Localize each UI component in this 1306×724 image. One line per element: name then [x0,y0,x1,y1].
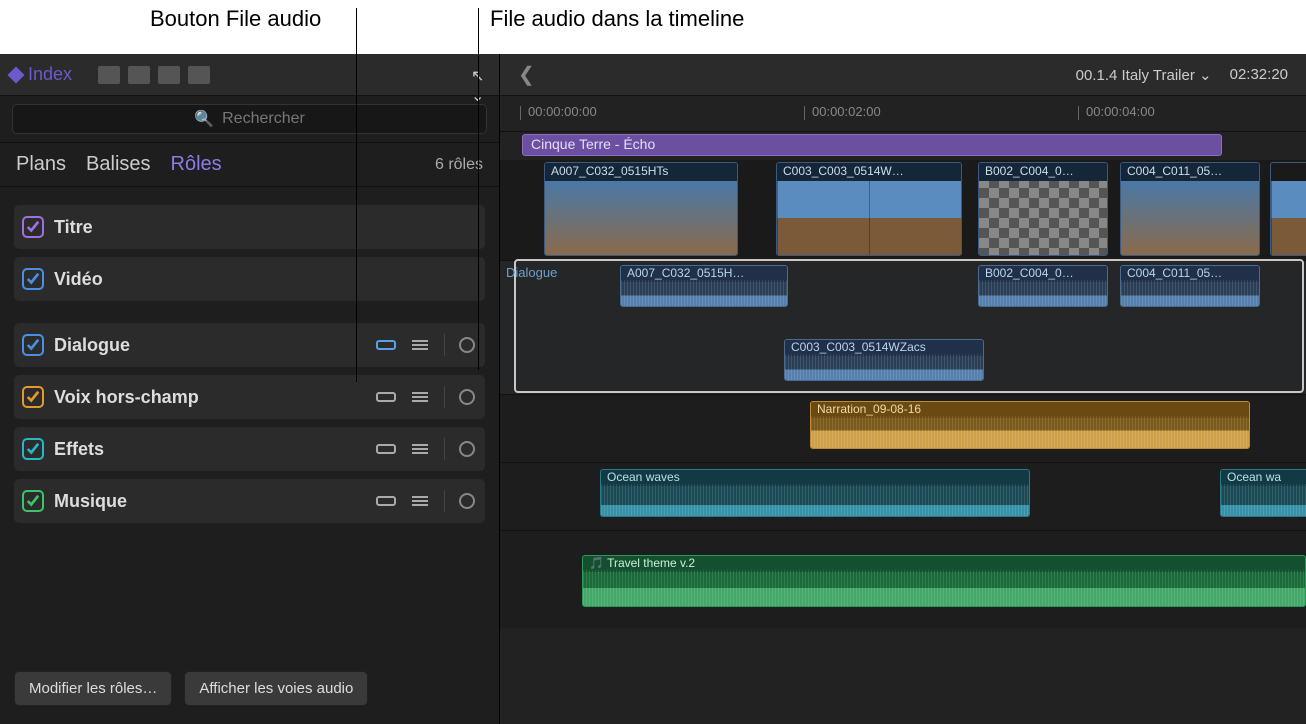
search-icon: 🔍 [194,109,214,129]
search-placeholder: Rechercher [222,110,305,128]
clip-label: B002_C004_0… [979,163,1107,181]
view-icon-3[interactable] [158,66,180,84]
role-checkbox[interactable] [22,334,44,356]
dialogue-clip[interactable]: C004_C011_05… [1120,265,1260,307]
role-count: 6 rôles [435,156,483,174]
role-row-titre[interactable]: Titre [14,205,485,249]
back-button[interactable]: ❮ [518,62,535,87]
ruler-tick: 00:00:02:00 [812,104,881,119]
role-row-effets[interactable]: Effets [14,427,485,471]
music-clip[interactable]: 🎵 Travel theme v.2 [582,555,1306,607]
focus-button[interactable] [459,337,475,353]
tab-clips[interactable]: Plans [16,153,66,176]
focus-button[interactable] [459,441,475,457]
index-diamond-icon [8,66,25,83]
role-row-video[interactable]: Vidéo [14,257,485,301]
show-audio-lanes-button[interactable]: Afficher les voies audio [184,671,368,706]
app-window: Index ↖ ⌄ 🔍 Rechercher Plans Balises Rôl… [0,54,1306,724]
voiceover-lane: Narration_09-08-16 [500,394,1306,462]
clip-label: C003_C003_0514W… [777,163,961,181]
video-clip[interactable]: C004_C011_05… [1120,162,1260,256]
role-label: Musique [54,491,366,512]
sidebar-toolbar: Index ↖ ⌄ [0,54,499,96]
role-label: Voix hors-champ [54,387,366,408]
callout-left: Bouton File audio [150,6,321,32]
voiceover-clip[interactable]: Narration_09-08-16 [810,401,1250,449]
dialogue-clip[interactable]: B002_C004_0… [978,265,1108,307]
view-icon-2[interactable] [128,66,150,84]
callout-right: File audio dans la timeline [490,6,744,32]
video-clip[interactable] [1270,162,1306,256]
video-clip[interactable]: C003_C003_0514W… [776,162,962,256]
music-icon: 🎵 [589,556,604,570]
view-icon-4[interactable] [188,66,210,84]
focus-button[interactable] [459,493,475,509]
audio-lane-button[interactable] [376,390,396,404]
edit-roles-button[interactable]: Modifier les rôles… [14,671,172,706]
tab-tags[interactable]: Balises [86,153,150,176]
effects-clip[interactable]: Ocean wa [1220,469,1306,517]
role-checkbox[interactable] [22,216,44,238]
title-lane: Cinque Terre - Écho [500,132,1306,160]
time-ruler[interactable]: 00:00:00:00 00:00:02:00 00:00:04:00 [500,96,1306,132]
sublane-button[interactable] [410,390,430,404]
role-row-dialogue[interactable]: Dialogue [14,323,485,367]
role-label: Vidéo [54,269,475,290]
index-label: Index [28,64,72,85]
header-timecode: 02:32:20 [1230,66,1288,83]
timeline-header: ❮ 00.1.4 Italy Trailer ⌄ 02:32:20 [500,54,1306,96]
video-clip[interactable]: B002_C004_0… [978,162,1108,256]
sidebar-footer: Modifier les rôles… Afficher les voies a… [0,659,499,724]
video-clip[interactable]: A007_C032_0515HTs [544,162,738,256]
ruler-tick: 00:00:04:00 [1086,104,1155,119]
dialogue-lane: Dialogue A007_C032_0515H… B002_C004_0… C… [500,260,1306,394]
clip-label: C004_C011_05… [1121,163,1259,181]
dialogue-clip[interactable]: C003_C003_0514WZacs [784,339,984,381]
view-icon-1[interactable] [98,66,120,84]
project-title[interactable]: 00.1.4 Italy Trailer ⌄ [553,66,1212,84]
clip-label: A007_C032_0515HTs [545,163,737,181]
dialogue-clip[interactable]: A007_C032_0515H… [620,265,788,307]
sidebar: Index ↖ ⌄ 🔍 Rechercher Plans Balises Rôl… [0,54,500,724]
role-label: Dialogue [54,335,366,356]
video-lane: A007_C032_0515HTs C003_C003_0514W… B002_… [500,160,1306,260]
role-label: Titre [54,217,475,238]
timeline-view-buttons [98,66,210,84]
role-checkbox[interactable] [22,438,44,460]
tab-roles[interactable]: Rôles [171,153,222,176]
focus-button[interactable] [459,389,475,405]
sublane-button[interactable] [410,442,430,456]
select-tool-button[interactable]: ↖ ⌄ [471,66,489,84]
effects-lane: Ocean waves Ocean wa [500,462,1306,530]
role-checkbox[interactable] [22,268,44,290]
audio-lane-button[interactable] [376,338,396,352]
audio-lane-button[interactable] [376,442,396,456]
role-row-musique[interactable]: Musique [14,479,485,523]
role-checkbox[interactable] [22,386,44,408]
role-checkbox[interactable] [22,490,44,512]
ruler-tick: 00:00:00:00 [528,104,597,119]
roles-list: Titre Vidéo Dialogue [0,187,499,659]
role-row-voixhorschamp[interactable]: Voix hors-champ [14,375,485,419]
index-button[interactable]: Index [10,64,72,85]
sublane-button[interactable] [410,494,430,508]
timeline[interactable]: ❮ 00.1.4 Italy Trailer ⌄ 02:32:20 00:00:… [500,54,1306,724]
search-input[interactable]: 🔍 Rechercher [12,104,487,134]
sublane-button[interactable] [410,338,430,352]
audio-lane-button[interactable] [376,494,396,508]
music-lane: 🎵 Travel theme v.2 [500,530,1306,628]
lane-label: Dialogue [506,265,557,280]
effects-clip[interactable]: Ocean waves [600,469,1030,517]
title-clip[interactable]: Cinque Terre - Écho [522,134,1222,156]
role-label: Effets [54,439,366,460]
index-tabs: Plans Balises Rôles 6 rôles [0,143,499,187]
